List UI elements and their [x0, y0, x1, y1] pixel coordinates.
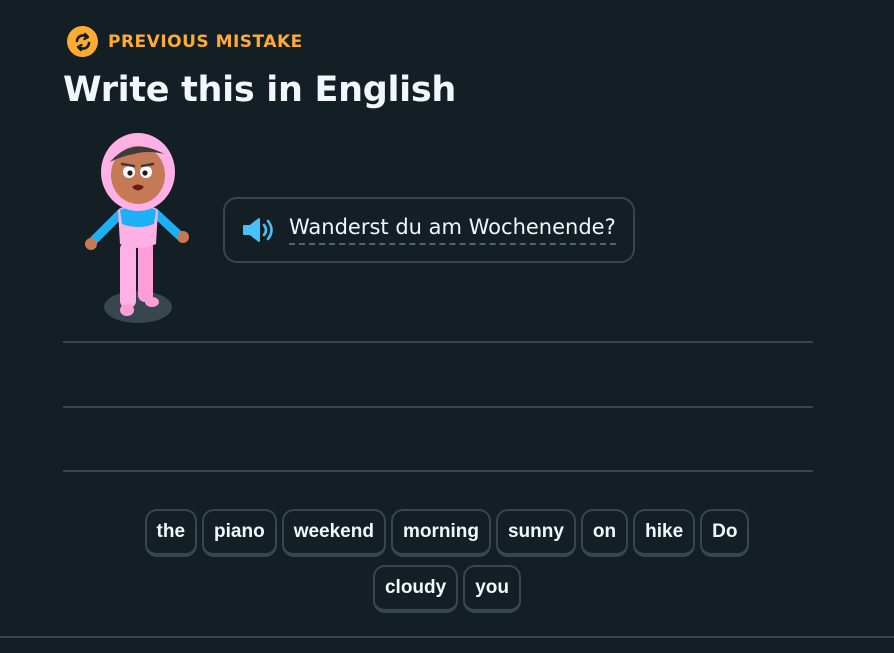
- answer-line: [63, 406, 813, 408]
- word-tile[interactable]: sunny: [495, 509, 576, 557]
- word-tile[interactable]: hike: [633, 509, 696, 557]
- word-tile[interactable]: weekend: [281, 509, 386, 557]
- word-tile[interactable]: morning: [390, 509, 491, 557]
- character-illustration: [82, 132, 198, 332]
- word-tile[interactable]: piano: [202, 509, 277, 557]
- footer-divider: [0, 636, 894, 638]
- previous-mistake-indicator: PREVIOUS MISTAKE: [67, 26, 303, 57]
- word-tile[interactable]: you: [463, 565, 521, 613]
- page-title: Write this in English: [63, 70, 456, 110]
- answer-line: [63, 470, 813, 472]
- previous-mistake-label: PREVIOUS MISTAKE: [108, 31, 303, 52]
- word-bank: the piano weekend morning sunny on hike …: [0, 509, 894, 613]
- answer-line: [63, 341, 813, 343]
- word-tile[interactable]: the: [144, 509, 198, 557]
- speech-bubble: Wanderst du am Wochenende?: [223, 197, 635, 263]
- speaker-icon[interactable]: [241, 215, 279, 245]
- prompt-sentence[interactable]: Wanderst du am Wochenende?: [289, 215, 616, 245]
- word-tile[interactable]: Do: [700, 509, 750, 557]
- repeat-icon: [67, 26, 98, 57]
- word-tile[interactable]: on: [580, 509, 629, 557]
- word-tile[interactable]: cloudy: [372, 565, 459, 613]
